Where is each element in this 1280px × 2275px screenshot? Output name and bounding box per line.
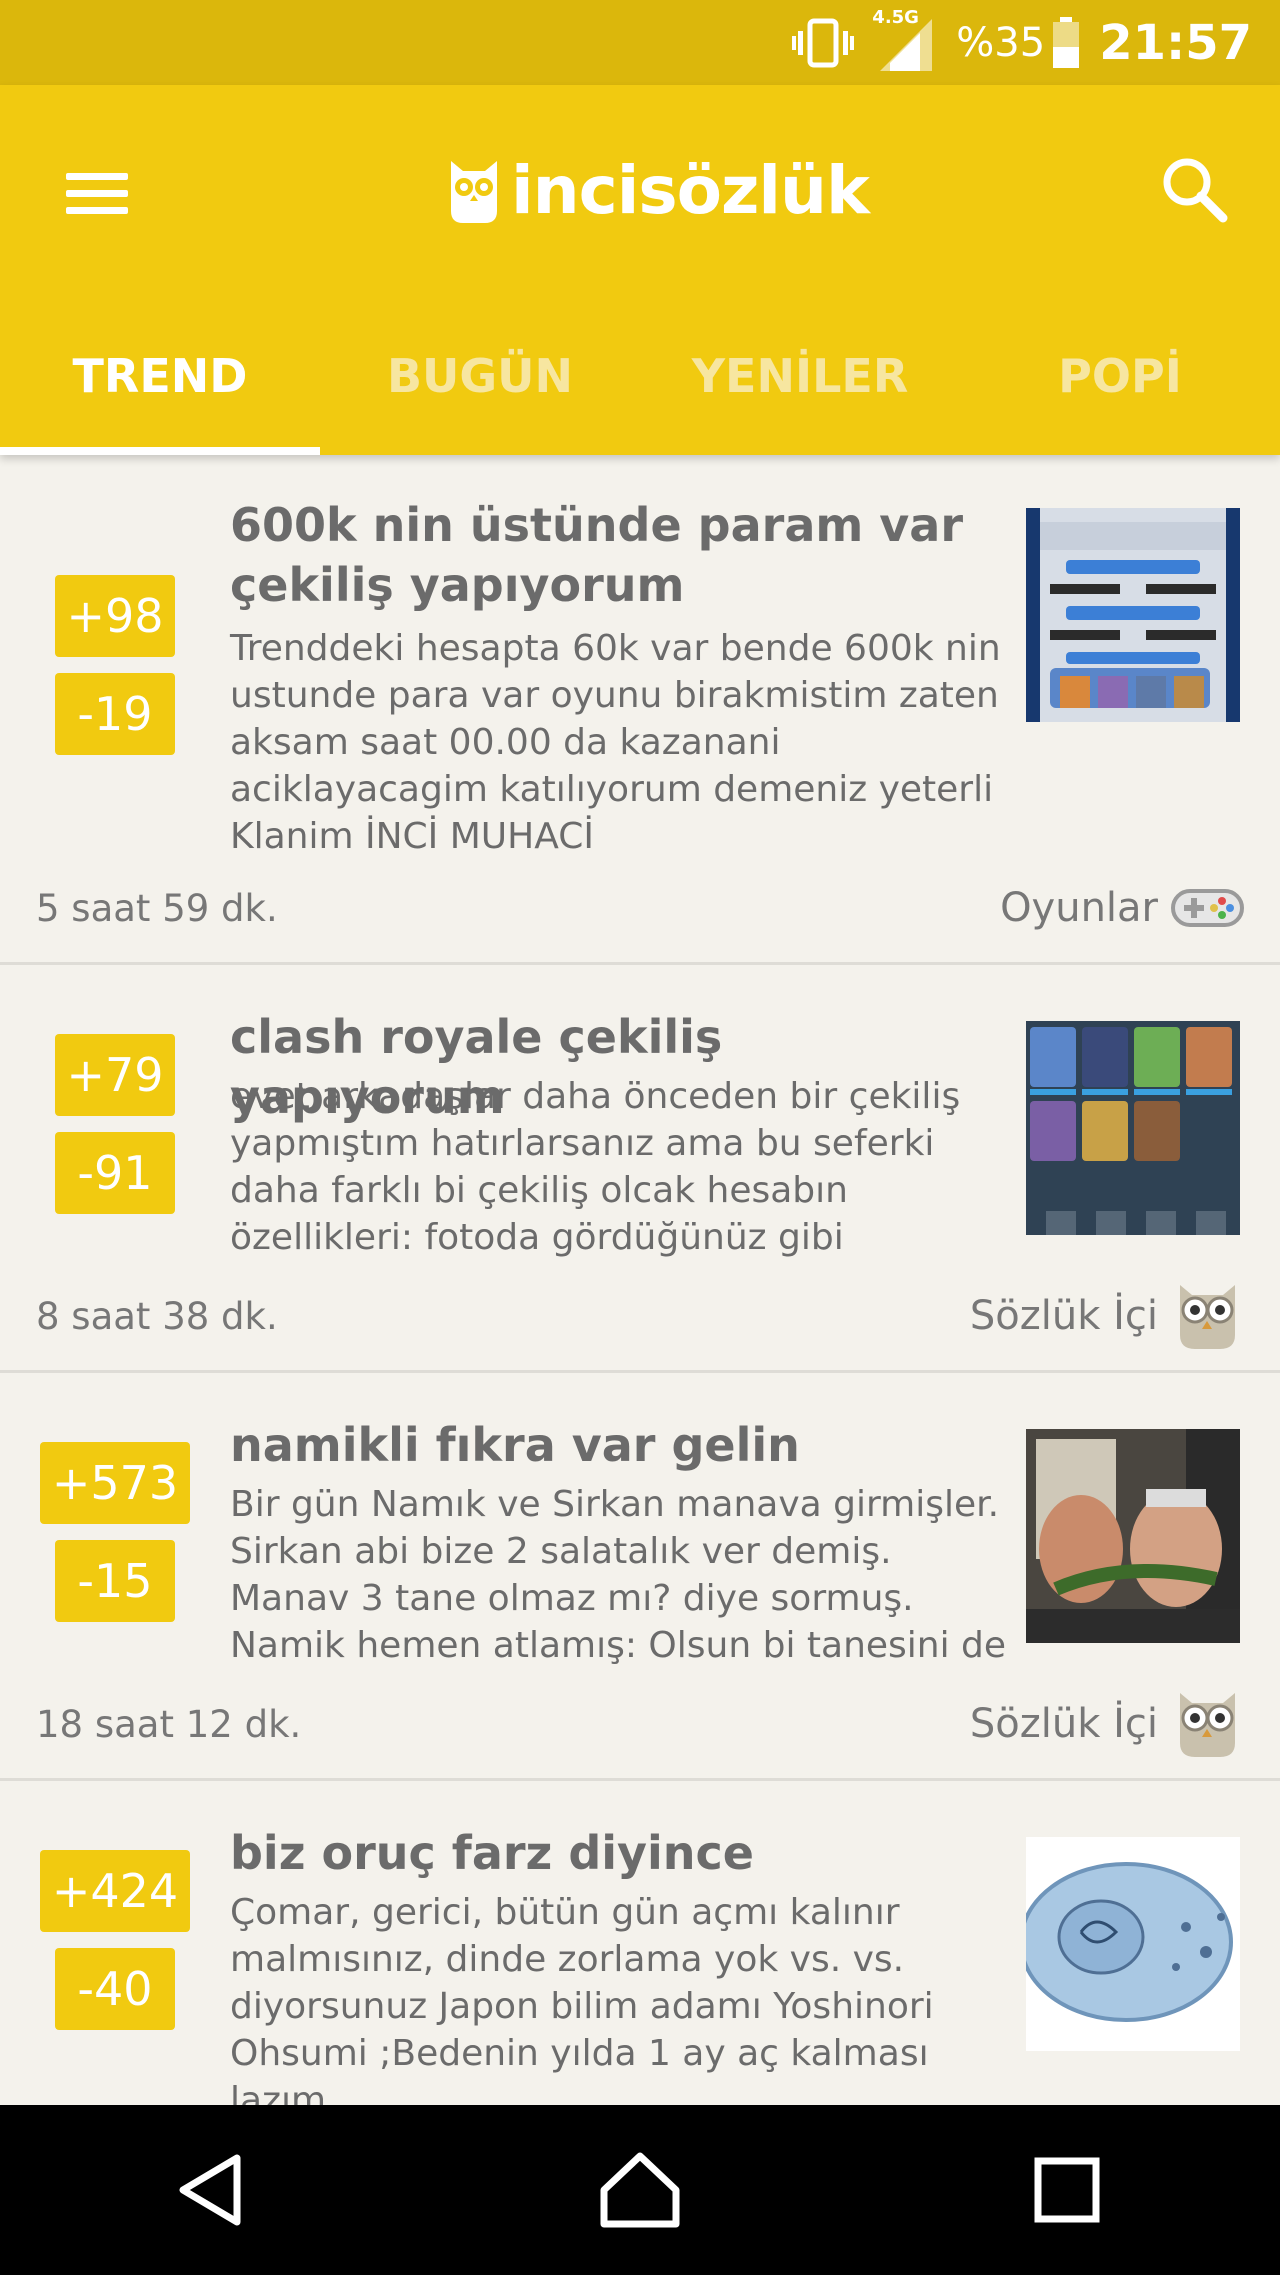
gamepad-icon [1170,883,1245,958]
tab-popi[interactable]: POPİ [960,317,1280,455]
signal-icon: 4.5G [872,7,934,71]
entry-feed: +98 -19 600k nin üstünde param var çekil… [0,455,1280,2105]
downvote-button[interactable]: -15 [55,1540,175,1622]
entry-category[interactable]: Sözlük İçi [970,1701,1158,1747]
battery-icon [1053,16,1080,68]
entry-snippet: Bir gün Namık ve Sirkan manava girmişler… [230,1484,1007,1666]
battery-percent: %35 [956,19,1046,66]
back-button[interactable] [143,2120,283,2260]
owl-icon [1170,1685,1245,1760]
upvote-button[interactable]: +424 [40,1850,190,1932]
entry-card[interactable]: +79 -91 clash royale çekiliş yapıyorum e… [0,965,1280,1373]
entry-card[interactable]: +424 -40 biz oruç farz diyince Çomar, ge… [0,1781,1280,2105]
downvote-button[interactable]: -91 [55,1132,175,1214]
entry-timestamp: 5 saat 59 dk. [36,887,278,930]
entry-thumbnail[interactable] [1026,508,1240,722]
entry-card[interactable]: +98 -19 600k nin üstünde param var çekil… [0,455,1280,965]
network-type: 4.5G [872,6,919,28]
entry-snippet: evet arkadaşlar daha önceden bir çekiliş… [230,1076,961,1258]
entry-title[interactable]: 600k nin üstünde param var çekiliş yapıy… [230,495,1010,615]
vibrate-icon [792,18,855,68]
app-bar: incisözlük TREND BUGÜN YENİLER POPİ [0,85,1280,455]
entry-timestamp: 18 saat 12 dk. [36,1703,302,1746]
menu-button[interactable] [60,155,140,225]
back-icon [179,2154,241,2226]
clock: 21:57 [1099,14,1252,71]
entry-card[interactable]: +573 -15 namikli fıkra var gelin Bir gün… [0,1373,1280,1781]
downvote-button[interactable]: -40 [55,1948,175,2030]
entry-title[interactable]: biz oruç farz diyince [230,1823,1010,1883]
entry-thumbnail[interactable] [1026,1837,1240,2051]
entry-snippet: Trenddeki hesapta 60k var bende 600k nin… [230,628,1001,857]
home-icon [600,2152,680,2228]
upvote-button[interactable]: +98 [55,575,175,657]
entry-category[interactable]: Oyunlar [1000,885,1158,931]
menu-icon [66,173,128,180]
logo-text: incisözlük [511,151,870,229]
downvote-button[interactable]: -19 [55,673,175,755]
upvote-button[interactable]: +573 [40,1442,190,1524]
tab-trend[interactable]: TREND [0,317,320,455]
entry-snippet: Çomar, gerici, bütün gün açmı kalınır ma… [230,1892,934,2105]
owl-logo-icon [451,161,497,223]
system-nav-bar [0,2105,1280,2275]
home-button[interactable] [570,2120,710,2260]
app-logo[interactable]: incisözlük [445,140,870,240]
search-icon [1163,158,1228,223]
search-button[interactable] [1155,150,1235,230]
owl-icon [1170,1277,1245,1352]
tab-bar: TREND BUGÜN YENİLER POPİ [0,317,1280,455]
entry-timestamp: 8 saat 38 dk. [36,1295,278,1338]
entry-thumbnail[interactable] [1026,1429,1240,1643]
status-bar: 4.5G %35 21:57 [0,0,1280,85]
upvote-button[interactable]: +79 [55,1034,175,1116]
entry-title[interactable]: namikli fıkra var gelin [230,1415,1010,1475]
entry-thumbnail[interactable] [1026,1021,1240,1235]
tab-yeniler[interactable]: YENİLER [640,317,960,455]
entry-category[interactable]: Sözlük İçi [970,1293,1158,1339]
recents-button[interactable] [997,2120,1137,2260]
tab-bugun[interactable]: BUGÜN [320,317,640,455]
recents-icon [1034,2157,1100,2223]
